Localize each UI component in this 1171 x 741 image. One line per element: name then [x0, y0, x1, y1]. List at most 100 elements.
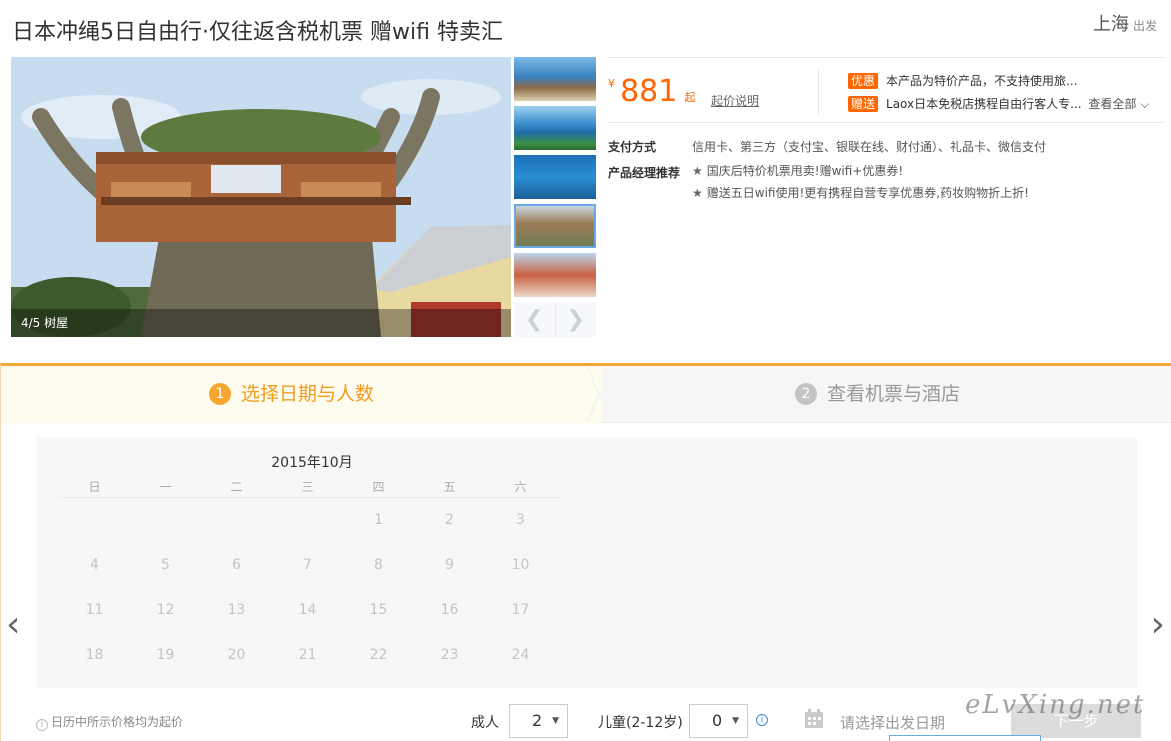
adults-value: 2 [532, 711, 543, 730]
thumbnail-strip: ❮ ❯ [514, 57, 596, 337]
recommendation-text: 赠送五日wifi使用!更有携程自营专享优惠券,药妆购物折上折! [706, 186, 1029, 200]
calendar-day[interactable]: 21 [272, 647, 343, 663]
calendar-day[interactable]: 13 [201, 602, 272, 618]
thumbnail-2[interactable] [514, 106, 596, 150]
star-icon: ★ [692, 164, 703, 178]
thumbnail-nav: ❮ ❯ [514, 302, 596, 337]
departure-label: 出发 [1132, 19, 1157, 33]
calendar-day[interactable]: 23 [414, 647, 485, 663]
step-number: 2 [795, 383, 817, 405]
calendar-day[interactable]: 8 [343, 557, 414, 573]
calendar-next-icon[interactable]: › [1151, 605, 1165, 645]
calendar-day[interactable]: 4 [59, 557, 130, 573]
thumbnail-next-icon[interactable]: ❯ [554, 302, 597, 337]
adults-label: 成人 [471, 715, 499, 731]
caret-down-icon: ▼ [552, 716, 559, 726]
children-info-icon[interactable]: i [756, 714, 768, 726]
promo-badge: 优惠 [848, 73, 879, 89]
calendar-day[interactable]: 19 [130, 647, 201, 663]
promo-gift: 赠送 Laox日本免税店携程自由行客人专... 查看全部 ⌵ [848, 95, 1149, 112]
star-icon: ★ [692, 186, 703, 200]
recommendation-list: ★ 国庆后特价机票甩卖!赠wifi+优惠券! ★ 赠送五日wifi使用!更有携程自营… [692, 160, 1029, 204]
weekday-header: 五 [443, 480, 456, 494]
promo-badge: 赠送 [848, 96, 879, 112]
adults-select[interactable]: 2 ▼ [509, 704, 568, 738]
tree-house-illustration [11, 57, 511, 337]
calendar-day[interactable]: 24 [485, 647, 556, 663]
calendar-day[interactable]: 14 [272, 602, 343, 618]
divider [818, 70, 819, 114]
recommendation-item: ★ 赠送五日wifi使用!更有携程自营专享优惠券,药妆购物折上折! [692, 182, 1029, 204]
calendar-day[interactable]: 7 [272, 557, 343, 573]
date-picker-popup [889, 735, 1041, 741]
photo-caption: 4/5 树屋 [11, 309, 511, 337]
calendar-day[interactable]: 11 [59, 602, 130, 618]
step-bar: 1 选择日期与人数 2 查看机票与酒店 [1, 366, 1171, 423]
step-text: 查看机票与酒店 [827, 383, 961, 405]
price-tip-text: 日历中所示价格均为起价 [51, 715, 184, 729]
children-value: 0 [712, 711, 723, 730]
caret-down-icon: ▼ [732, 716, 739, 726]
departure-date-input[interactable]: 请选择出发日期 [840, 712, 945, 733]
product-info: ¥ 881 起 起价说明 优惠 本产品为特价产品，不支持使用旅... 赠送 Laox… [608, 57, 1164, 200]
children-select[interactable]: 0 ▼ [689, 704, 748, 738]
see-all-link[interactable]: 查看全部 ⌵ [1088, 97, 1149, 111]
price-block: ¥ 881 起 起价说明 优惠 本产品为特价产品，不支持使用旅... 赠送 Laox… [608, 57, 1164, 123]
price-from: 起 [684, 91, 696, 104]
step-number: 1 [209, 383, 231, 405]
weekday-header: 二 [230, 480, 243, 494]
payment-value: 信用卡、第三方（支付宝、银联在线、财付通）、礼品卡、微信支付 [692, 140, 1047, 154]
calendar-day[interactable]: 17 [485, 602, 556, 618]
calendar-day[interactable]: 16 [414, 602, 485, 618]
calendar-icon[interactable] [804, 709, 824, 729]
product-title-text: 日本冲绳5日自由行·仅往返含税机票 赠wifi 特卖汇 [12, 20, 503, 45]
see-all-label: 查看全部 [1088, 97, 1137, 111]
currency-symbol: ¥ [608, 77, 615, 90]
calendar-day[interactable]: 22 [343, 647, 414, 663]
calendar: 2015年10月 日一二三四五六 1 2 3 4 5 6 7 8 9 10 11 12 13 14 15 16… [37, 438, 1137, 688]
thumbnail-prev-icon[interactable]: ❮ [514, 302, 555, 337]
calendar-day[interactable]: 5 [130, 557, 201, 573]
price: ¥ 881 起 [608, 74, 695, 109]
recommendation-row: 产品经理推荐 ★ 国庆后特价机票甩卖!赠wifi+优惠券! ★ 赠送五日wifi使用… [608, 164, 1029, 204]
price-tip: i 日历中所示价格均为起价 [36, 713, 183, 731]
payment-label: 支付方式 [608, 140, 657, 154]
weekday-header: 四 [372, 480, 385, 494]
calendar-weekdays: 日一二三四五六 [59, 476, 561, 498]
chevron-down-icon: ⌵ [1140, 97, 1150, 111]
main-photo[interactable]: 4/5 树屋 [11, 57, 511, 337]
payment-row: 支付方式 信用卡、第三方（支付宝、银联在线、财付通）、礼品卡、微信支付 [608, 138, 1046, 155]
price-note-link[interactable]: 起价说明 [711, 92, 759, 109]
calendar-month: 2015年10月 [271, 455, 353, 471]
product-title: 日本冲绳5日自由行·仅往返含税机票 赠wifi 特卖汇 [12, 14, 503, 46]
children-label: 儿童(2-12岁) [598, 715, 683, 731]
calendar-day[interactable]: 18 [59, 647, 130, 663]
step-1-label: 1 选择日期与人数 [209, 366, 374, 423]
promo-text: 本产品为特价产品，不支持使用旅... [886, 74, 1078, 88]
weekday-header: 三 [301, 480, 314, 494]
info-icon: i [36, 719, 48, 731]
price-value: 881 [620, 74, 678, 109]
watermark: eLvXing.net [965, 690, 1146, 720]
departure-city[interactable]: 上海 出发 [1093, 10, 1157, 36]
step-text: 选择日期与人数 [241, 383, 375, 405]
calendar-day[interactable]: 20 [201, 647, 272, 663]
calendar-day[interactable]: 15 [343, 602, 414, 618]
calendar-day[interactable]: 9 [414, 557, 485, 573]
thumbnail-1[interactable] [514, 57, 596, 101]
calendar-day[interactable]: 10 [485, 557, 556, 573]
calendar-prev-icon[interactable]: ‹ [6, 605, 20, 645]
step-2-label[interactable]: 2 查看机票与酒店 [795, 366, 960, 423]
calendar-day[interactable]: 3 [485, 512, 556, 528]
calendar-day[interactable]: 12 [130, 602, 201, 618]
weekday-header: 一 [159, 480, 172, 494]
thumbnail-3[interactable] [514, 155, 596, 199]
calendar-day[interactable]: 6 [201, 557, 272, 573]
weekday-header: 日 [88, 480, 101, 494]
calendar-day[interactable]: 1 [343, 512, 414, 528]
calendar-day[interactable]: 2 [414, 512, 485, 528]
thumbnail-4[interactable] [514, 204, 596, 248]
thumbnail-5[interactable] [514, 253, 596, 297]
recommendation-text: 国庆后特价机票甩卖!赠wifi+优惠券! [706, 164, 904, 178]
promo-discount: 优惠 本产品为特价产品，不支持使用旅... [848, 72, 1077, 89]
